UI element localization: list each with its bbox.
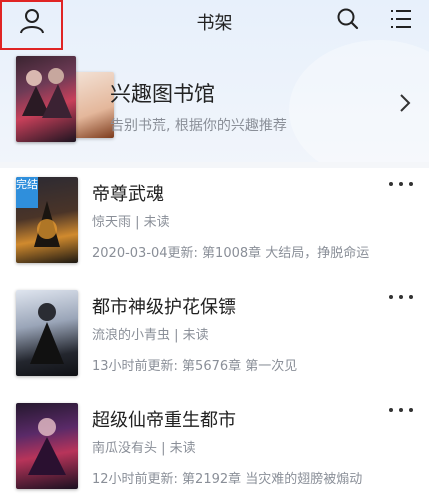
book-author: 南瓜没有头 — [92, 441, 158, 456]
book-update: 2020-03-04更新: 第1008章 大结局，挣脱命运 — [92, 246, 370, 261]
book-author: 惊天雨 — [92, 215, 132, 230]
book-cover-image — [16, 290, 78, 376]
menu-list-icon[interactable] — [389, 7, 413, 31]
more-dots-icon — [389, 182, 393, 186]
more-options-button[interactable] — [389, 403, 413, 417]
read-status: 未读 — [182, 328, 209, 343]
chevron-right-icon[interactable] — [398, 92, 412, 114]
book-update: 12小时前更新: 第2192章 当灾难的翅膀被煽动 — [92, 472, 363, 487]
book-item[interactable]: 都市神级护花保镖 流浪的小青虫 | 未读 13小时前更新: 第5676章 第一次… — [0, 290, 429, 390]
read-status: 未读 — [143, 215, 170, 230]
book-meta: 流浪的小青虫 | 未读 — [92, 328, 209, 343]
book-title: 帝尊武魂 — [92, 184, 164, 205]
more-dots-icon — [389, 295, 393, 299]
book-cover-image — [16, 403, 78, 489]
top-bar: 书架 — [0, 0, 429, 50]
interest-title: 兴趣图书馆 — [110, 82, 215, 106]
interest-subtitle: 告别书荒, 根据你的兴趣推荐 — [110, 118, 287, 134]
section-divider — [0, 162, 429, 168]
more-dots-icon — [389, 408, 393, 412]
book-update: 13小时前更新: 第5676章 第一次见 — [92, 359, 298, 374]
more-options-button[interactable] — [389, 177, 413, 191]
book-title: 都市神级护花保镖 — [92, 297, 236, 318]
more-options-button[interactable] — [389, 290, 413, 304]
book-cover-image: 完结 — [16, 177, 78, 263]
cover-art — [30, 303, 64, 364]
completed-badge: 完结 — [16, 177, 38, 208]
page-title: 书架 — [196, 13, 233, 34]
book-meta: 惊天雨 | 未读 — [92, 215, 170, 230]
book-item[interactable]: 完结 帝尊武魂 惊天雨 | 未读 2020-03-04更新: 第1008章 大结… — [0, 177, 429, 277]
book-cover-image — [16, 56, 76, 142]
book-cover-image — [72, 72, 114, 138]
read-status: 未读 — [169, 441, 196, 456]
search-icon[interactable] — [336, 7, 360, 31]
interest-library-entry[interactable]: 兴趣图书馆 告别书荒, 根据你的兴趣推荐 — [0, 52, 429, 148]
interest-cover-stack — [16, 56, 114, 142]
book-item[interactable]: 超级仙帝重生都市 南瓜没有头 | 未读 12小时前更新: 第2192章 当灾难的… — [0, 403, 429, 503]
book-meta: 南瓜没有头 | 未读 — [92, 441, 196, 456]
book-title: 超级仙帝重生都市 — [92, 410, 236, 431]
book-author: 流浪的小青虫 — [92, 328, 171, 343]
cover-art — [22, 68, 72, 118]
cover-art — [28, 418, 66, 475]
